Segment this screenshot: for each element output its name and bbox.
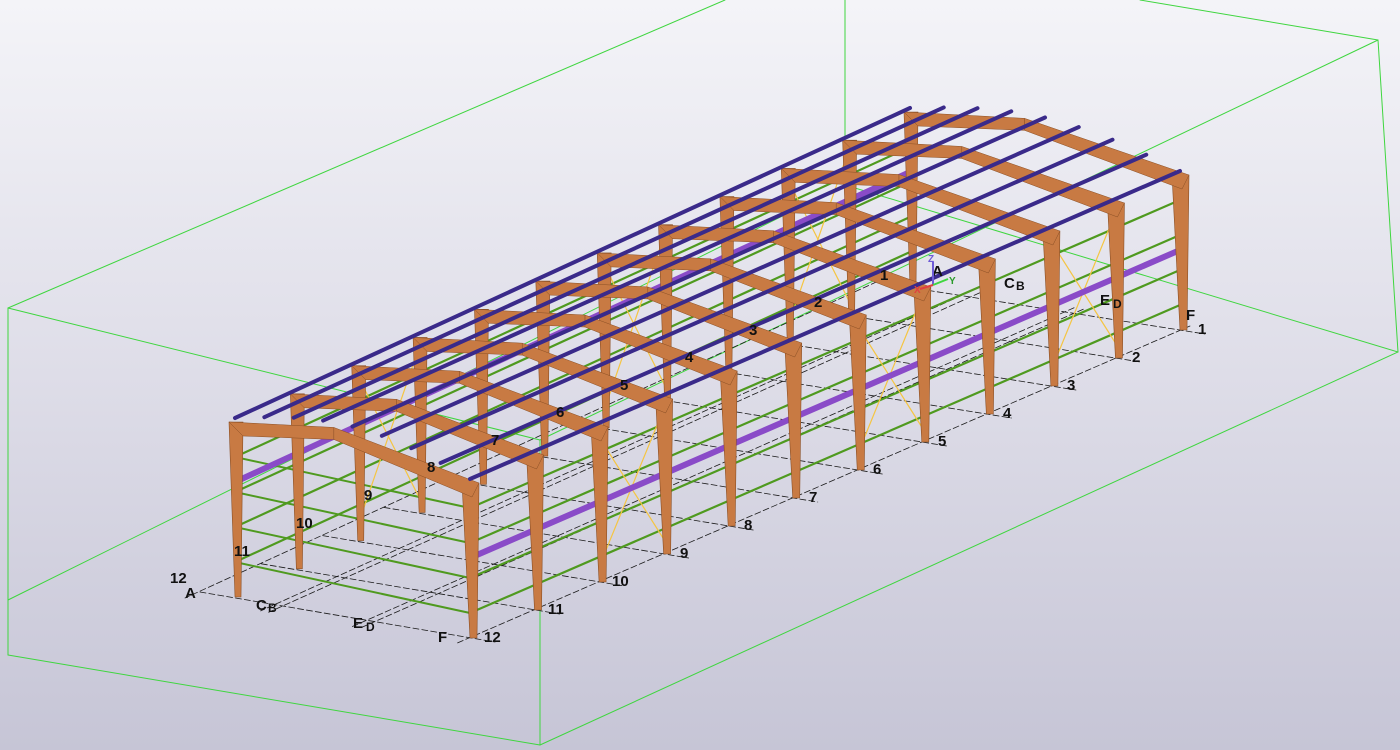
grid-label-far-6: 6 (556, 404, 564, 421)
grid-label-front-B: B (268, 601, 277, 615)
grid-label-far-7: 7 (491, 432, 499, 449)
grid-label-far-4: 4 (685, 349, 694, 366)
gridline-numbered (199, 591, 496, 643)
gridline-lettered (351, 307, 1075, 627)
grid-label-back-D: D (1113, 297, 1122, 311)
grid-label-far-9: 9 (364, 487, 372, 504)
grid-label-far-2: 2 (814, 294, 822, 311)
roof-purlin-3[interactable] (291, 106, 980, 420)
grid-label-front-E: E (353, 615, 363, 632)
grid-label-near-4: 4 (1003, 405, 1012, 422)
girt-wall-a[interactable] (233, 180, 912, 494)
axis-z-label: Z (928, 254, 934, 265)
roof-purlin-7[interactable] (409, 137, 1115, 451)
work-area-edge (7, 654, 541, 746)
grid-label-near-10: 10 (612, 573, 629, 590)
grid-label-back-F: F (1186, 307, 1195, 324)
axis-x-label: X (914, 285, 921, 296)
grid-label-far-10: 10 (296, 515, 313, 532)
girt-wall-f[interactable] (468, 198, 1182, 510)
grid-label-back-B: B (1016, 279, 1025, 293)
grid-label-far-5: 5 (620, 377, 628, 394)
grid-label-far-8: 8 (427, 459, 435, 476)
gridline-lettered (454, 325, 1191, 645)
grid-label-near-9: 9 (680, 545, 688, 562)
grid-label-near-5: 5 (938, 433, 946, 450)
grid-label-front-F: F (438, 629, 447, 646)
grid-label-back-E: E (1100, 292, 1110, 309)
grid-label-near-12: 12 (484, 629, 501, 646)
work-area-edge (1139, 0, 1379, 41)
grid-label-near-7: 7 (809, 489, 817, 506)
grid-label-near-3: 3 (1067, 377, 1075, 394)
grid-label-near-8: 8 (744, 517, 752, 534)
model-viewport[interactable]: 1 2 3 4 5 6 7 8 9 10 11 12 1 2 3 4 5 6 7… (0, 0, 1400, 750)
roof-purlins[interactable] (233, 105, 1182, 481)
grid-label-near-11: 11 (548, 601, 564, 618)
3d-model-view[interactable]: 1 2 3 4 5 6 7 8 9 10 11 12 1 2 3 4 5 6 7… (0, 0, 1400, 750)
work-area-edge (1377, 39, 1399, 353)
grid-label-front-C: C (256, 597, 267, 614)
grid-label-far-1: 1 (880, 267, 888, 284)
column-a-11[interactable] (290, 393, 305, 570)
grid-label-near-6: 6 (873, 461, 881, 478)
grid-label-front-D: D (366, 620, 375, 634)
column-f-12[interactable] (461, 482, 480, 639)
gridline-numbered (260, 563, 560, 615)
grid-label-near-1: 1 (1198, 321, 1206, 338)
grid-label-back-C: C (1004, 275, 1015, 292)
column-a-12[interactable] (228, 421, 244, 598)
grid-label-far-11: 11 (234, 543, 250, 560)
grid-label-front-A: A (185, 585, 196, 602)
axis-y-label: Y (949, 276, 956, 287)
grid-label-near-2: 2 (1132, 349, 1140, 366)
grid-label-far-3: 3 (749, 322, 757, 339)
rafter-left-12[interactable] (228, 421, 335, 440)
